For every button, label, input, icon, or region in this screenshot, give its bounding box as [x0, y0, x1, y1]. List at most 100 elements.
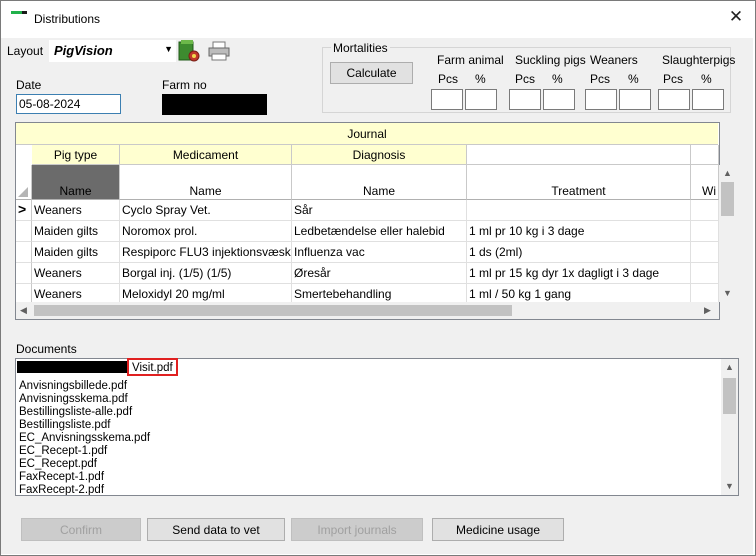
table-cell[interactable] [691, 221, 719, 242]
list-item[interactable]: FaxRecept-1.pdf [19, 471, 104, 484]
group-header-blank [467, 145, 691, 165]
list-item[interactable]: EC_Recept-1.pdf [19, 445, 107, 458]
table-cell[interactable]: 1 ml pr 15 kg dyr 1x dagligt i 3 dage [467, 263, 691, 284]
row-header[interactable] [16, 242, 32, 263]
list-item[interactable]: Anvisningsbillede.pdf [19, 380, 127, 393]
mortalities-title: Mortalities [331, 41, 390, 55]
redacted-document-name[interactable] [17, 361, 127, 373]
medicine-usage-button[interactable]: Medicine usage [432, 518, 564, 541]
highlighted-visit-pdf[interactable]: Visit.pdf [127, 358, 178, 376]
suckling-pigs-label: Suckling pigs [515, 53, 586, 67]
list-item[interactable]: FaxRecept-2.pdf [19, 484, 104, 495]
app-icon [11, 11, 27, 19]
weaners-pct-label: % [628, 72, 639, 86]
weaners-label: Weaners [590, 53, 638, 67]
suckling-pigs-pcs-label: Pcs [515, 72, 536, 86]
table-cell[interactable]: Respiporc FLU3 injektionsvæske [120, 242, 292, 263]
suckling-pigs-pcs-field[interactable] [509, 89, 541, 110]
row-header-current[interactable]: > [16, 200, 32, 221]
table-cell[interactable]: Sår [292, 200, 467, 221]
slaughterpigs-pcs-field[interactable] [658, 89, 690, 110]
table-cell[interactable]: Cyclo Spray Vet. [120, 200, 292, 221]
farm-animal-pcs-field[interactable] [431, 89, 463, 110]
table-cell[interactable] [467, 200, 691, 221]
grid-vertical-scrollbar[interactable]: ▲ ▼ [719, 165, 736, 302]
table-cell[interactable]: Weaners [32, 263, 120, 284]
documents-label: Documents [16, 342, 77, 356]
send-data-to-vet-button[interactable]: Send data to vet [147, 518, 285, 541]
column-header-pig-type-name[interactable]: Name [32, 165, 120, 200]
row-header[interactable] [16, 263, 32, 284]
farm-animal-label: Farm animal [437, 53, 504, 67]
farm-no-field-redacted[interactable] [162, 94, 267, 115]
list-item[interactable]: Bestillingsliste.pdf [19, 419, 110, 432]
weaners-pct-field[interactable] [619, 89, 651, 110]
grid-vscroll-thumb[interactable] [721, 182, 734, 216]
suckling-pigs-pct-label: % [552, 72, 563, 86]
layout-settings-icon[interactable] [177, 39, 201, 63]
column-header-cut-off[interactable]: Wi [691, 165, 719, 200]
slaughterpigs-pcs-label: Pcs [663, 72, 684, 86]
close-icon: ✕ [728, 7, 744, 26]
grid-corner[interactable] [16, 165, 32, 200]
scroll-up-icon[interactable]: ▲ [725, 362, 734, 372]
table-cell[interactable]: Maiden gilts [32, 221, 120, 242]
list-item[interactable]: Bestillingsliste-alle.pdf [19, 406, 132, 419]
group-header-pig-type: Pig type [32, 145, 120, 165]
table-cell[interactable]: Maiden gilts [32, 242, 120, 263]
layout-label: Layout [7, 44, 44, 58]
layout-value: PigVision [54, 43, 113, 58]
calculate-button[interactable]: Calculate [330, 62, 413, 84]
group-header-blank-2 [691, 145, 719, 165]
scroll-left-icon[interactable]: ◀ [20, 305, 27, 316]
table-cell[interactable]: Noromox prol. [120, 221, 292, 242]
confirm-button[interactable]: Confirm [21, 518, 141, 541]
grid-horizontal-scrollbar[interactable]: ◀ ▶ [16, 302, 719, 319]
table-cell[interactable] [691, 263, 719, 284]
slaughterpigs-pct-field[interactable] [692, 89, 724, 110]
suckling-pigs-pct-field[interactable] [543, 89, 575, 110]
journal-band-title: Journal [347, 127, 387, 141]
date-field[interactable]: 05-08-2024 [16, 94, 121, 114]
farm-animal-pct-label: % [475, 72, 486, 86]
row-header[interactable] [16, 221, 32, 242]
column-header-medicament-name[interactable]: Name [120, 165, 292, 200]
documents-list[interactable]: Anvisningsbillede.pdf Anvisningsskema.pd… [15, 358, 739, 496]
layout-combobox[interactable]: PigVision ▼ [49, 40, 176, 62]
table-cell[interactable]: Borgal inj. (1/5) (1/5) [120, 263, 292, 284]
list-item[interactable]: Anvisningsskema.pdf [19, 393, 128, 406]
list-item[interactable]: EC_Anvisningsskema.pdf [19, 432, 150, 445]
table-cell[interactable] [691, 200, 719, 221]
table-cell[interactable]: Weaners [32, 200, 120, 221]
select-all-icon [18, 187, 28, 197]
column-header-treatment[interactable]: Treatment [467, 165, 691, 200]
grid-hscroll-thumb[interactable] [34, 305, 512, 316]
list-item[interactable]: EC_Recept.pdf [19, 458, 97, 471]
table-cell[interactable]: Øresår [292, 263, 467, 284]
import-journals-button[interactable]: Import journals [291, 518, 423, 541]
weaners-pcs-label: Pcs [590, 72, 611, 86]
farm-animal-pcs-label: Pcs [438, 72, 459, 86]
scroll-down-icon[interactable]: ▼ [725, 481, 734, 491]
farm-no-label: Farm no [162, 78, 207, 92]
documents-vscroll-thumb[interactable] [723, 378, 736, 414]
column-header-diagnosis-name[interactable]: Name [292, 165, 467, 200]
window-title: Distributions [34, 12, 101, 26]
scroll-up-icon[interactable]: ▲ [723, 168, 732, 178]
group-header-medicament: Medicament [120, 145, 292, 165]
table-cell[interactable]: Influenza vac [292, 242, 467, 263]
slaughterpigs-label: Slaughterpigs [662, 53, 736, 67]
table-cell[interactable] [691, 242, 719, 263]
scroll-down-icon[interactable]: ▼ [723, 288, 732, 298]
weaners-pcs-field[interactable] [585, 89, 617, 110]
table-cell[interactable]: Ledbetændelse eller halebid [292, 221, 467, 242]
scroll-right-icon[interactable]: ▶ [704, 305, 711, 316]
slaughterpigs-pct-label: % [701, 72, 712, 86]
chevron-down-icon: ▼ [164, 44, 173, 54]
close-button[interactable]: ✕ [718, 3, 754, 31]
farm-animal-pct-field[interactable] [465, 89, 497, 110]
printer-icon[interactable] [208, 41, 230, 61]
documents-vertical-scrollbar[interactable]: ▲ ▼ [721, 359, 738, 495]
table-cell[interactable]: 1 ml pr 10 kg i 3 dage [467, 221, 691, 242]
table-cell[interactable]: 1 ds (2ml) [467, 242, 691, 263]
